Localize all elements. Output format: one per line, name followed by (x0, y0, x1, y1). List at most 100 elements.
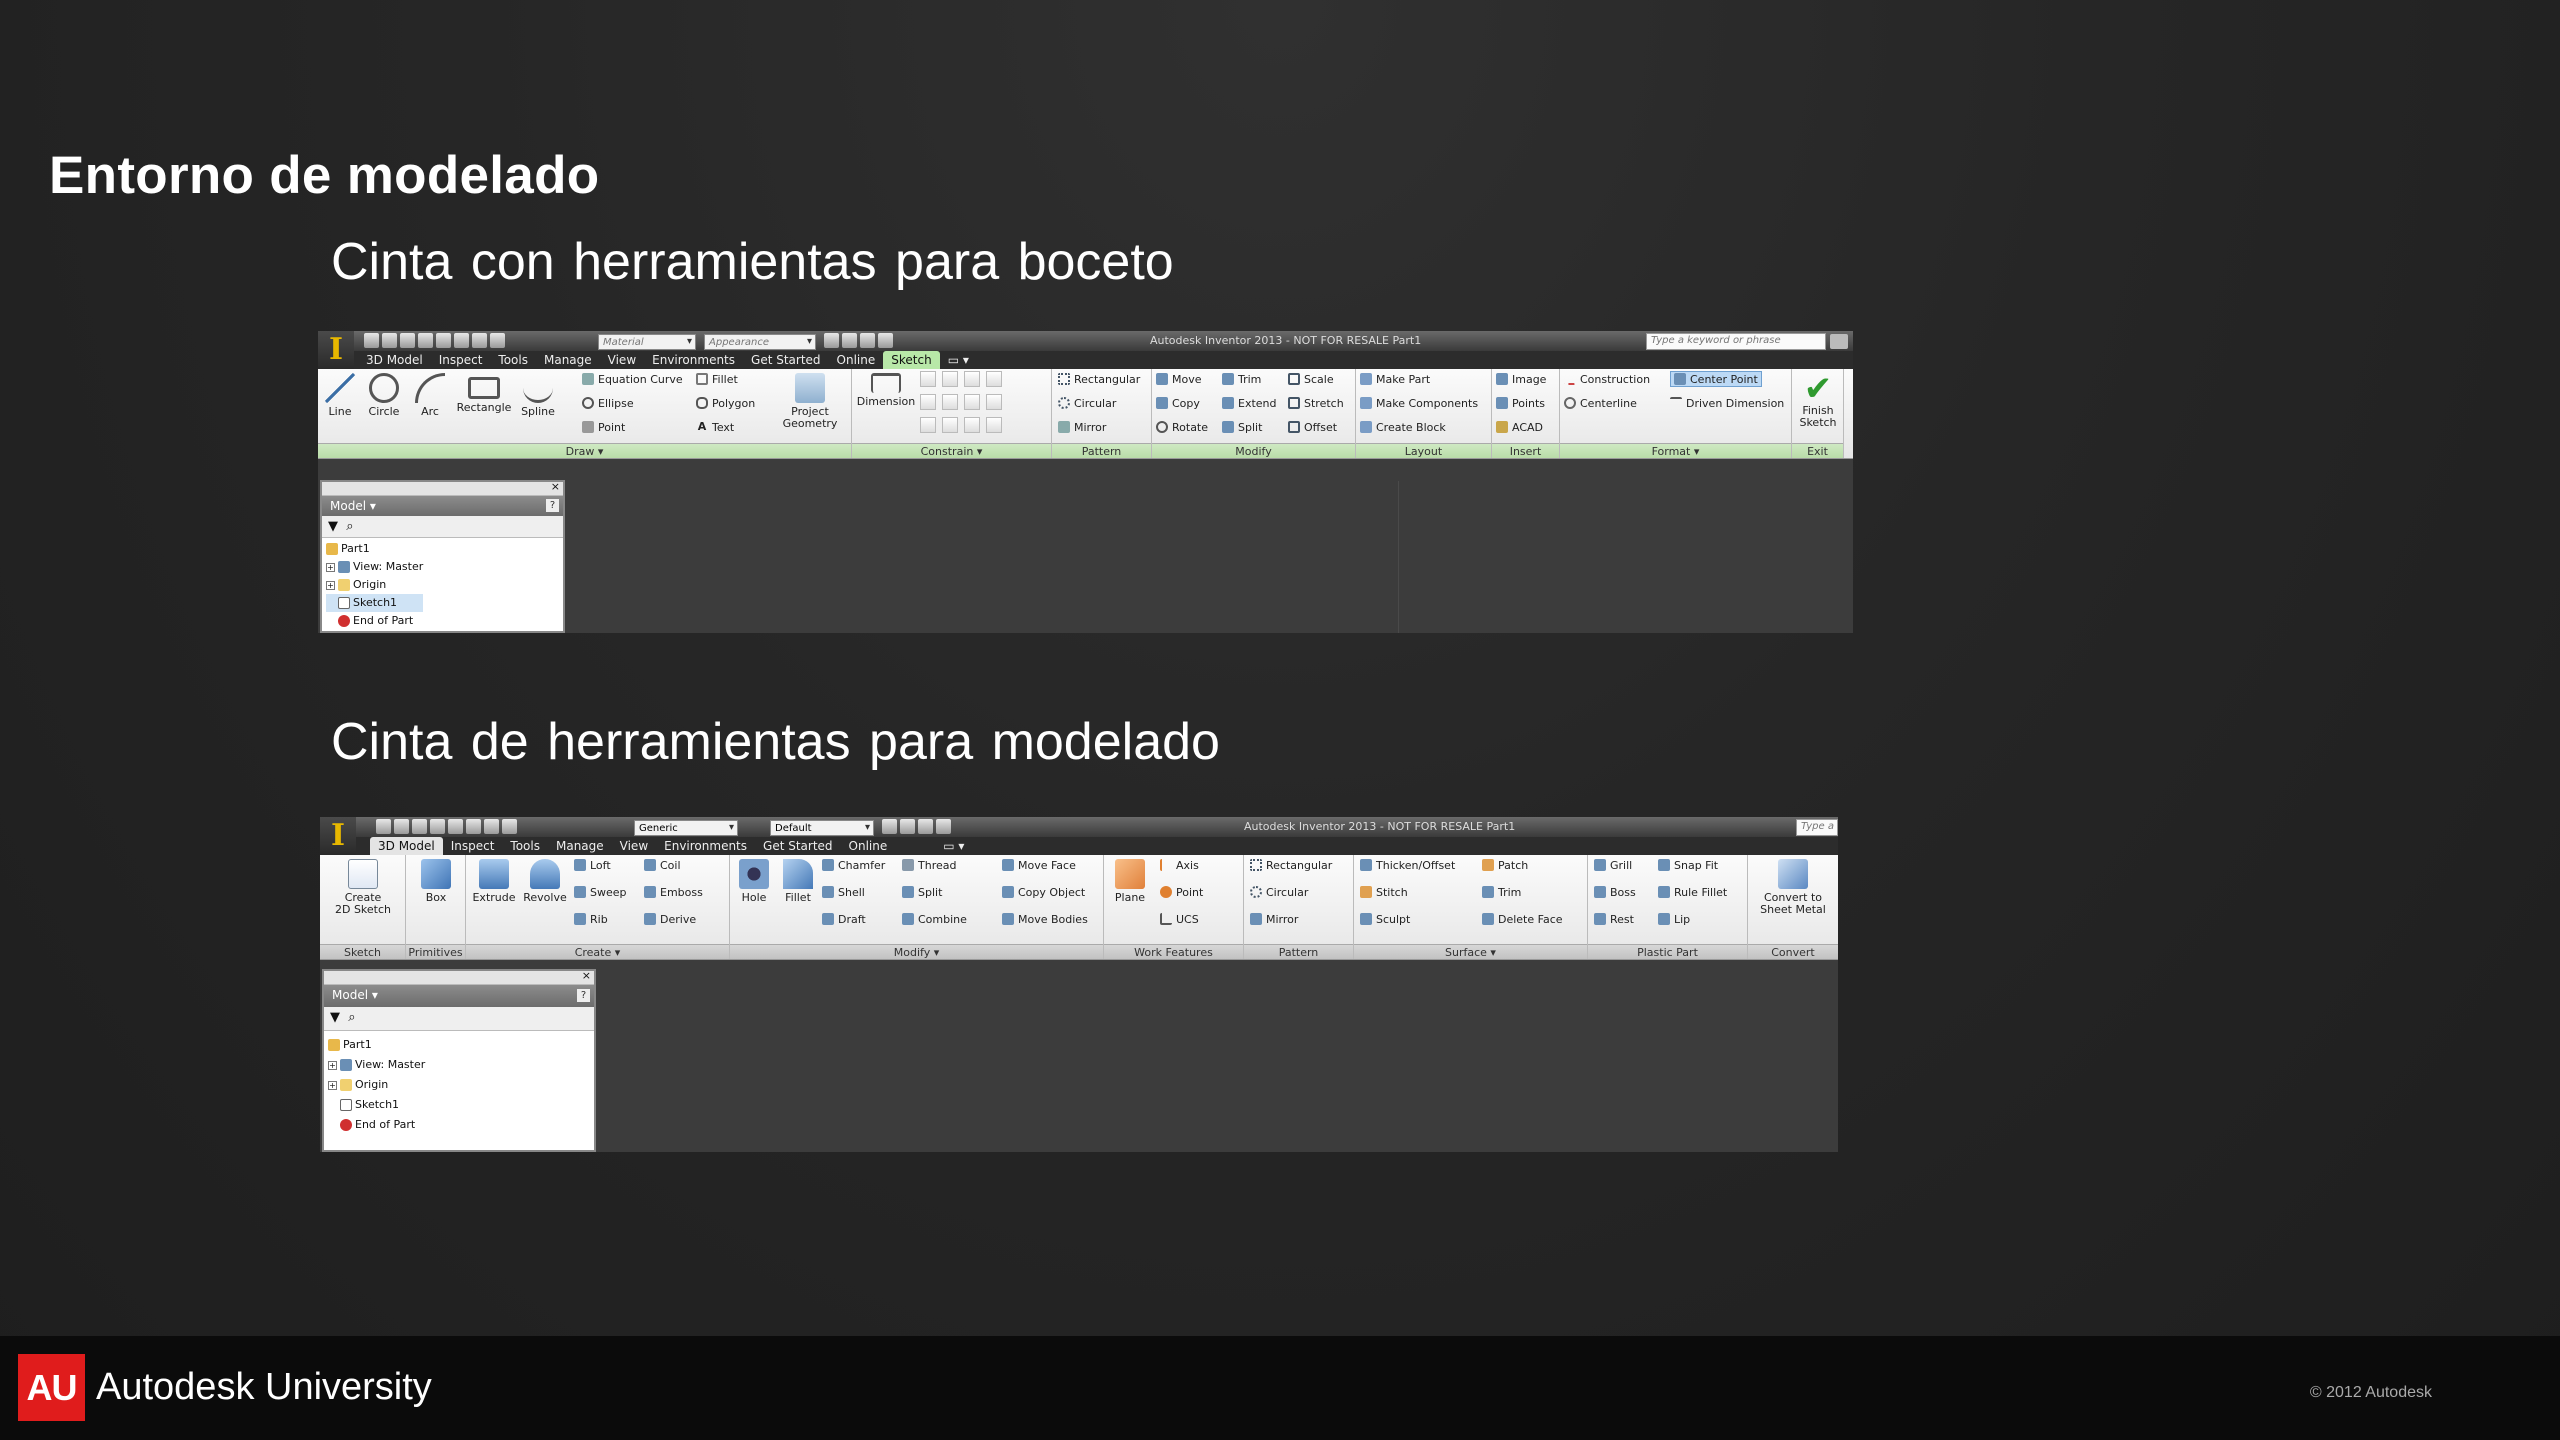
point-button[interactable]: Point (582, 419, 625, 435)
browser-title-bar[interactable]: Model ▾? (322, 496, 563, 516)
perpendicular-icon[interactable] (942, 371, 958, 387)
move-button[interactable]: Move (1156, 371, 1202, 387)
delete-face-button[interactable]: Delete Face (1482, 911, 1563, 927)
tab-environments[interactable]: Environments (656, 837, 755, 855)
clear-icon[interactable] (900, 819, 915, 834)
thread-button[interactable]: Thread (902, 857, 956, 873)
expand-icon[interactable]: + (328, 1080, 337, 1090)
image-button[interactable]: Image (1496, 371, 1546, 387)
tab-3d-model[interactable]: 3D Model (370, 837, 443, 855)
tab-3d-model[interactable]: 3D Model (358, 351, 431, 369)
stretch-button[interactable]: Stretch (1288, 395, 1344, 411)
create-panel-label[interactable]: Create ▾ (466, 944, 729, 959)
extend-button[interactable]: Extend (1222, 395, 1277, 411)
appearance-dropdown[interactable]: Appearance (704, 334, 816, 350)
lip-button[interactable]: Lip (1658, 911, 1690, 927)
tree-item-end-of-part[interactable]: End of Part (326, 612, 423, 630)
constrain-panel-label[interactable]: Constrain ▾ (852, 443, 1051, 458)
tab-manage[interactable]: Manage (536, 351, 600, 369)
properties-icon[interactable] (502, 819, 517, 834)
coincident-icon[interactable] (920, 371, 936, 387)
emboss-button[interactable]: Emboss (644, 884, 703, 900)
tree-item-view[interactable]: + View: Master (326, 558, 423, 576)
tab-online[interactable]: Online (829, 351, 884, 369)
create-block-button[interactable]: Create Block (1360, 419, 1446, 435)
parallel-icon[interactable] (920, 394, 936, 410)
split-button[interactable]: Split (1222, 419, 1262, 435)
tab-inspect[interactable]: Inspect (431, 351, 491, 369)
revolve-button[interactable]: Revolve (520, 859, 570, 904)
grill-button[interactable]: Grill (1594, 857, 1632, 873)
draw-panel-label[interactable]: Draw ▾ (318, 443, 851, 458)
find-icon[interactable]: ⌕ (346, 519, 353, 534)
inventor-logo-icon[interactable]: I (320, 817, 356, 855)
tab-get-started[interactable]: Get Started (755, 837, 841, 855)
fix-icon[interactable] (986, 371, 1002, 387)
finish-sketch-button[interactable]: ✔ Finish Sketch (1796, 372, 1840, 429)
tab-tools[interactable]: Tools (502, 837, 548, 855)
driven-dimension-button[interactable]: Driven Dimension (1670, 395, 1784, 411)
surface-panel-label[interactable]: Surface ▾ (1354, 944, 1587, 959)
spline-button[interactable]: Spline (518, 373, 558, 418)
rib-button[interactable]: Rib (574, 911, 608, 927)
boss-button[interactable]: Boss (1594, 884, 1636, 900)
rule-fillet-button[interactable]: Rule Fillet (1658, 884, 1727, 900)
plane-button[interactable]: Plane (1108, 859, 1152, 904)
search-input[interactable]: Type a keyword or phrase (1646, 333, 1826, 350)
open-icon[interactable] (394, 819, 409, 834)
tree-item-part[interactable]: Part1 (326, 540, 423, 558)
fx-icon[interactable] (918, 819, 933, 834)
save-icon[interactable] (412, 819, 427, 834)
construction-button[interactable]: Construction (1564, 371, 1650, 387)
return-icon[interactable] (454, 333, 469, 348)
undo-icon[interactable] (418, 333, 433, 348)
concentric-icon[interactable] (964, 371, 980, 387)
open-icon[interactable] (382, 333, 397, 348)
points-button[interactable]: Points (1496, 395, 1545, 411)
appearance-dropdown[interactable]: Default (770, 820, 874, 836)
move-face-button[interactable]: Move Face (1002, 857, 1076, 873)
tab-inspect[interactable]: Inspect (443, 837, 503, 855)
tree-item-end-of-part[interactable]: End of Part (328, 1115, 425, 1135)
axis-button[interactable]: Axis (1160, 857, 1199, 873)
help-icon[interactable]: ? (577, 989, 590, 1002)
scale-button[interactable]: Scale (1288, 371, 1334, 387)
inventor-logo-icon[interactable]: I (318, 331, 354, 369)
search-input[interactable]: Type a (1796, 819, 1838, 836)
mirror-button[interactable]: Mirror (1058, 419, 1106, 435)
panel-options-icon[interactable]: ▭ ▾ (940, 351, 977, 369)
adjust-icon[interactable] (882, 819, 897, 834)
centerline-button[interactable]: Centerline (1564, 395, 1637, 411)
filter-icon[interactable]: ▼ (330, 1010, 340, 1025)
ucs-button[interactable]: UCS (1160, 911, 1199, 927)
update-icon[interactable] (472, 333, 487, 348)
arc-button[interactable]: Arc (410, 373, 450, 418)
update-icon[interactable] (484, 819, 499, 834)
create-2d-sketch-button[interactable]: Create 2D Sketch (328, 859, 398, 916)
redo-icon[interactable] (436, 333, 451, 348)
tab-view[interactable]: View (600, 351, 644, 369)
tree-item-view[interactable]: + View: Master (328, 1055, 425, 1075)
tab-tools[interactable]: Tools (490, 351, 536, 369)
copy-object-button[interactable]: Copy Object (1002, 884, 1085, 900)
combine-button[interactable]: Combine (902, 911, 967, 927)
snap-fit-button[interactable]: Snap Fit (1658, 857, 1718, 873)
acad-button[interactable]: ACAD (1496, 419, 1543, 435)
convert-to-sheet-metal-button[interactable]: Convert to Sheet Metal (1752, 859, 1834, 916)
expand-icon[interactable]: + (328, 1060, 337, 1070)
adjust-icon[interactable] (824, 333, 839, 348)
tab-view[interactable]: View (612, 837, 656, 855)
rectangular-pattern-button[interactable]: Rectangular (1250, 857, 1332, 873)
tab-environments[interactable]: Environments (644, 351, 743, 369)
tree-item-part[interactable]: Part1 (328, 1035, 425, 1055)
rectangular-pattern-button[interactable]: Rectangular (1058, 371, 1140, 387)
ellipse-button[interactable]: Ellipse (582, 395, 634, 411)
project-geometry-button[interactable]: Project Geometry (778, 373, 842, 430)
circular-pattern-button[interactable]: Circular (1058, 395, 1116, 411)
material-dropdown[interactable]: Material (598, 334, 696, 350)
sweep-button[interactable]: Sweep (574, 884, 627, 900)
fx-icon[interactable] (860, 333, 875, 348)
tab-manage[interactable]: Manage (548, 837, 612, 855)
equation-curve-button[interactable]: Equation Curve (582, 371, 683, 387)
material-dropdown[interactable]: Generic (634, 820, 738, 836)
